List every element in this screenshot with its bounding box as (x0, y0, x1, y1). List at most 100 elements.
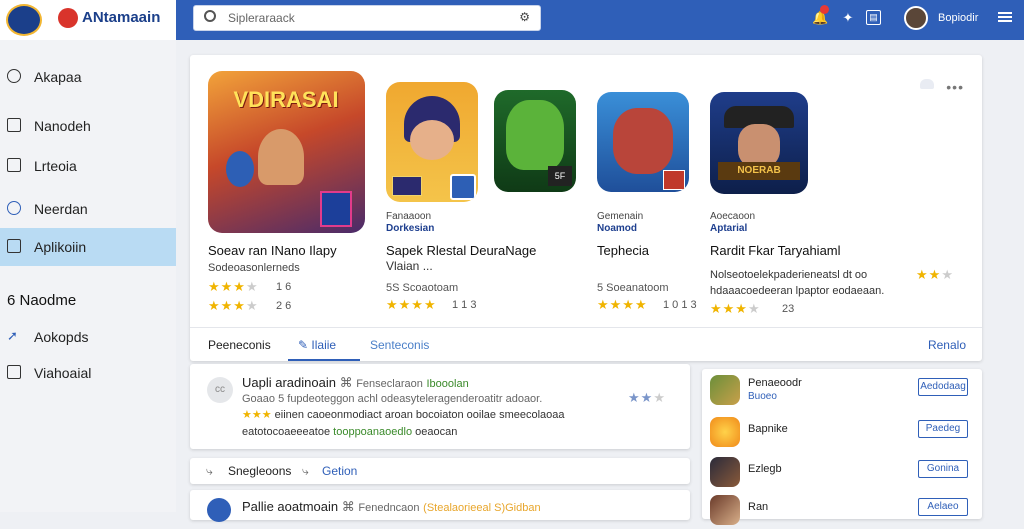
menu-icon[interactable] (998, 10, 1012, 24)
app-name: Tephecia (597, 243, 650, 258)
list-item[interactable]: Penaeoodr Buoeo Aedodaag (702, 369, 982, 409)
app-icon (7, 239, 21, 253)
sidebar-item-grid[interactable]: Nanodeh (0, 107, 176, 145)
character-figure (226, 151, 254, 187)
install-button[interactable]: Gonina (918, 460, 968, 478)
app-description: Nolseotoelekpaderieneatsl dt oo (710, 269, 868, 281)
share-icon[interactable]: ⤷ (206, 464, 213, 479)
sidebar-item-clock[interactable]: Neerdan (0, 190, 176, 228)
app-name: Sapek Rlestal DeuraNage (386, 243, 537, 258)
list-item[interactable]: Ran Aelaeo (702, 489, 982, 529)
rating-stars: ★★★ (242, 409, 272, 421)
app-subtitle: Sodeoasonlerneds (208, 262, 300, 274)
list-icon (7, 158, 21, 172)
settings-icon[interactable]: ⚙ (519, 10, 530, 24)
tag-icon: ⌘ (339, 375, 353, 390)
active-tab-indicator (288, 359, 360, 361)
inbox-icon[interactable]: ▤ (866, 10, 881, 25)
sidebar-item-label: Neerdan (34, 201, 88, 217)
app-name: ANtamaain (82, 9, 161, 26)
install-button[interactable]: Paedeg (918, 420, 968, 438)
rating-stars: ★★★ (916, 267, 954, 282)
tab-recommended[interactable]: Peeneconis (208, 338, 271, 352)
tab-label: Ilaiie (311, 338, 337, 352)
install-button[interactable]: Aelaeo (918, 498, 968, 516)
badge-icon (320, 191, 352, 227)
app-meta: 5S Scoaotoam (386, 282, 459, 294)
rating-stars: ★★★★ (710, 301, 761, 316)
tab-bar: Peeneconis ✎ Ilaiie Senteconis Renalo (190, 327, 982, 362)
badge-icon: 5F (548, 166, 572, 186)
sidebar-item-pin[interactable]: ➚ Aokopds (0, 318, 176, 356)
app-subtitle: Buoeo (748, 391, 777, 402)
badge-icon (663, 170, 685, 190)
home-icon (7, 69, 21, 83)
app-thumbnail[interactable]: VDIRASAI (208, 71, 365, 233)
notification-badge (820, 5, 829, 14)
review-header: Uapli aradinoain ⌘ Fenseclaraon Ibooolan (242, 375, 469, 391)
app-category: Fanaaoon (386, 211, 432, 222)
review-header: Pallie aoatmoain ⌘ Fenedncaon (Stealaori… (242, 499, 541, 515)
more-options-icon[interactable]: ••• (946, 79, 964, 95)
app-developer: Dorkesian (386, 223, 435, 234)
brand-area[interactable]: ANtamaain (0, 0, 176, 40)
search-icon (204, 10, 216, 22)
sidebar-item-list[interactable]: Lrteoia (0, 147, 176, 185)
app-thumbnail[interactable] (386, 82, 478, 202)
review-tag-highlight: Ibooolan (426, 378, 469, 390)
app-developer: Noamod (597, 223, 637, 234)
app-icon (710, 417, 740, 447)
sidebar-section-heading: 6 Naodme (7, 292, 77, 309)
review-tag: Fenedncaon (358, 502, 420, 514)
sidebar: Akapaa Nanodeh Lrteoia Neerdan Aplikoiin… (0, 40, 176, 512)
suggestions-button[interactable]: Snegleoons (228, 464, 291, 478)
rating-stars: ★★★ (628, 390, 666, 405)
app-meta: 5 Soeanatoom (597, 282, 669, 294)
app-thumbnail[interactable] (597, 92, 689, 192)
badge-icon (392, 176, 422, 196)
app-thumbnail[interactable]: NOERAB (710, 92, 808, 194)
sidebar-item-home[interactable]: Akapaa (0, 58, 176, 96)
badge-icon (450, 174, 476, 200)
link-icon[interactable]: ⤷ (302, 464, 309, 479)
app-name: Bapnike (748, 423, 788, 435)
review-text: eatotocoaeeeatoe (242, 426, 331, 438)
review-tag: Fenseclaraon (356, 378, 423, 390)
rating-stars: ★★★★ (597, 297, 648, 312)
rating-stars: ★★★★ (208, 279, 259, 294)
featured-apps-card: ••• VDIRASAI Soeav ran INano Ilapy Sodeo… (190, 55, 982, 361)
sidebar-item-label: Akapaa (34, 69, 82, 85)
rating-stars: ★★★★ (386, 297, 437, 312)
pin-icon: ➚ (7, 328, 18, 343)
tab-likes[interactable]: ✎ Ilaiie (298, 338, 336, 352)
list-item[interactable]: Bapnike Paedeg (702, 411, 982, 451)
chat-icon[interactable]: ✦ (840, 10, 856, 26)
rating-stars: ★★★★ (208, 298, 259, 313)
app-name: Rardit Fkar Taryahiaml (710, 243, 841, 258)
app-thumbnail[interactable]: 5F (494, 90, 576, 192)
app-developer: Aptarial (710, 223, 748, 234)
app-list-card: Penaeoodr Buoeo Aedodaag Bapnike Paedeg … (702, 369, 982, 525)
avatar[interactable] (904, 6, 928, 30)
rating-count: 1 1 3 (452, 299, 477, 311)
search-input[interactable]: Sipleraraack ⚙ (193, 5, 541, 31)
sidebar-item-label: Viahoaial (34, 365, 92, 381)
review-link[interactable]: tooppoanaoedlo (333, 426, 412, 438)
thumbnail-title: VDIRASAI (233, 87, 339, 112)
app-name: Ezlegb (748, 463, 782, 475)
sidebar-item-doc[interactable]: Viahoaial (0, 354, 176, 392)
app-description: hdaaacoedeeran lpaptor eodaeaan. (710, 285, 885, 297)
list-item[interactable]: Ezlegb Gonina (702, 451, 982, 491)
tab-sections[interactable]: Senteconis (370, 338, 429, 352)
favorite-icon[interactable] (920, 79, 934, 89)
app-icon (710, 457, 740, 487)
view-all-link[interactable]: Renalo (928, 338, 966, 352)
review-text-line: eatotocoaeeeatoe tooppoanaoedlo oeaocan (242, 426, 457, 438)
review-text: oeaocan (415, 426, 458, 438)
action-button[interactable]: Getion (322, 464, 357, 478)
install-button[interactable]: Aedodaag (918, 378, 968, 396)
review-card: Pallie aoatmoain ⌘ Fenedncaon (Stealaori… (190, 490, 690, 522)
clock-icon (7, 201, 21, 215)
username[interactable]: Bopiodir (938, 12, 978, 24)
sidebar-item-apps[interactable]: Aplikoiin (0, 228, 176, 266)
